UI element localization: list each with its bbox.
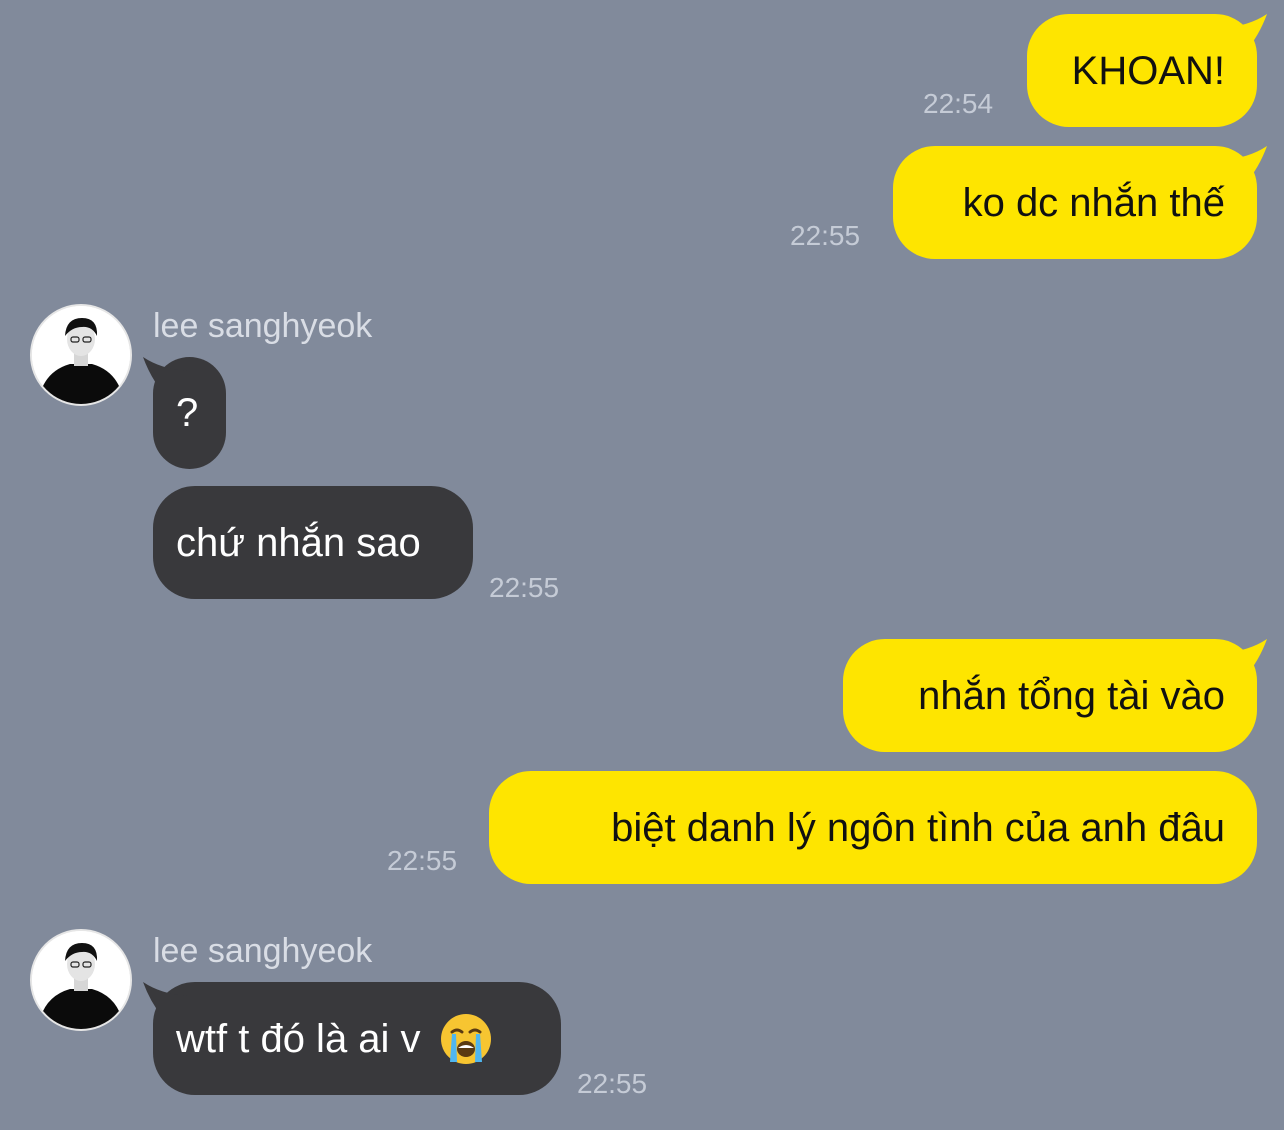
profile-photo-icon (32, 306, 130, 404)
message-text: nhắn tổng tài vào (918, 673, 1225, 718)
sent-message-bubble[interactable]: biệt danh lý ngôn tình của anh đâu (489, 771, 1257, 884)
bubble-tail-icon (143, 982, 187, 1020)
message-timestamp: 22:55 (489, 572, 560, 603)
contact-avatar[interactable] (30, 929, 132, 1031)
sent-message-bubble[interactable]: ko dc nhắn thế (893, 146, 1267, 259)
message-text: chứ nhắn sao (176, 520, 421, 565)
loudly-crying-face-icon (440, 1013, 491, 1064)
message-text: KHOAN! (1071, 48, 1225, 93)
sent-message-bubble[interactable]: KHOAN! (1027, 14, 1267, 127)
bubble-tail-icon (1223, 146, 1267, 184)
message-text: ? (176, 391, 199, 435)
message-text: biệt danh lý ngôn tình của anh đâu (611, 805, 1225, 850)
received-message-bubble[interactable]: chứ nhắn sao (153, 486, 473, 599)
bubble-tail-icon (1223, 14, 1267, 52)
received-message-bubble[interactable]: ? (143, 357, 226, 469)
message-timestamp: 22:55 (790, 220, 861, 251)
received-message-bubble[interactable]: wtf t đó là ai v (143, 982, 561, 1095)
bubble-tail-icon (1223, 639, 1267, 677)
message-timestamp: 22:55 (387, 845, 458, 876)
message-timestamp: 22:55 (577, 1068, 648, 1099)
contact-avatar[interactable] (30, 304, 132, 406)
bubble-tail-icon (143, 357, 187, 395)
sender-name: lee sanghyeok (153, 932, 373, 970)
message-text: wtf t đó là ai v (176, 1016, 421, 1061)
profile-photo-icon (32, 931, 130, 1029)
message-text: ko dc nhắn thế (962, 180, 1225, 225)
sender-name: lee sanghyeok (153, 307, 373, 345)
sent-message-bubble[interactable]: nhắn tổng tài vào (843, 639, 1267, 752)
message-timestamp: 22:54 (923, 88, 994, 119)
